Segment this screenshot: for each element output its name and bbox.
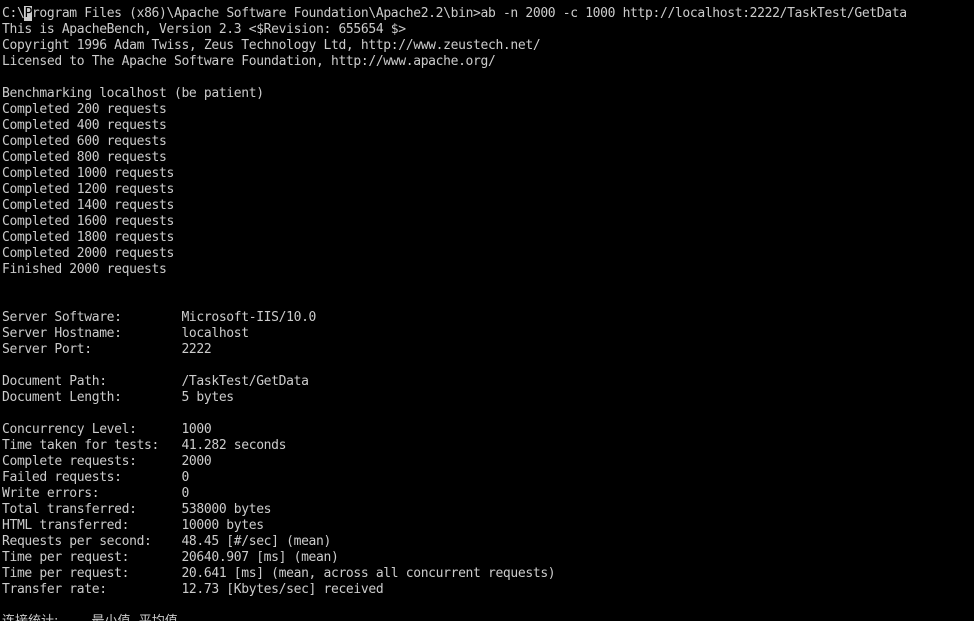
output-line: HTML transferred: 10000 bytes xyxy=(2,518,264,533)
output-line: Server Port: 2222 xyxy=(2,342,212,357)
output-line-blank xyxy=(2,278,907,294)
output-line: Completed 1000 requests xyxy=(2,166,174,181)
output-line: Completed 1400 requests xyxy=(2,198,174,213)
output-line: Completed 600 requests xyxy=(2,134,167,149)
output-line-blank xyxy=(2,406,907,422)
output-line: Completed 200 requests xyxy=(2,102,167,117)
output-line: Completed 1200 requests xyxy=(2,182,174,197)
output-line: Completed 400 requests xyxy=(2,118,167,133)
output-line: Licensed to The Apache Software Foundati… xyxy=(2,54,496,69)
output-line-blank xyxy=(2,598,907,614)
output-line: Write errors: 0 xyxy=(2,486,189,501)
output-line: Document Path: /TaskTest/GetData xyxy=(2,374,309,389)
output-line: Transfer rate: 12.73 [Kbytes/sec] receiv… xyxy=(2,582,384,597)
output-line: Time per request: 20.641 [ms] (mean, acr… xyxy=(2,566,556,581)
prompt-prefix: C:\ xyxy=(2,6,25,21)
terminal-output: C:\Program Files (x86)\Apache Software F… xyxy=(2,6,907,621)
output-line: Concurrency Level: 1000 xyxy=(2,422,212,437)
output-line: Finished 2000 requests xyxy=(2,262,167,277)
output-line: Document Length: 5 bytes xyxy=(2,390,234,405)
output-line: Server Software: Microsoft-IIS/10.0 xyxy=(2,310,317,325)
output-line: Time taken for tests: 41.282 seconds xyxy=(2,438,287,453)
output-line: Benchmarking localhost (be patient) xyxy=(2,86,264,101)
output-line: Completed 1800 requests xyxy=(2,230,174,245)
output-line: Complete requests: 2000 xyxy=(2,454,212,469)
output-line: Copyright 1996 Adam Twiss, Zeus Technolo… xyxy=(2,38,541,53)
output-line: Server Hostname: localhost xyxy=(2,326,249,341)
output-line: Completed 800 requests xyxy=(2,150,167,165)
output-line-clipped: 连接统计: 最小值 平均值 xyxy=(2,614,907,621)
output-line: Failed requests: 0 xyxy=(2,470,189,485)
output-line-blank xyxy=(2,70,907,86)
command-text: rogram Files (x86)\Apache Software Found… xyxy=(31,6,907,21)
output-line: Total transferred: 538000 bytes xyxy=(2,502,272,517)
output-line-blank xyxy=(2,294,907,310)
output-line: Completed 1600 requests xyxy=(2,214,174,229)
output-line: Time per request: 20640.907 [ms] (mean) xyxy=(2,550,339,565)
output-line: This is ApacheBench, Version 2.3 <$Revis… xyxy=(2,22,406,37)
output-line: Completed 2000 requests xyxy=(2,246,174,261)
text-cursor: P xyxy=(24,6,32,21)
output-line: Requests per second: 48.45 [#/sec] (mean… xyxy=(2,534,331,549)
terminal-console[interactable]: C:\Program Files (x86)\Apache Software F… xyxy=(0,0,974,621)
command-prompt-line[interactable]: C:\Program Files (x86)\Apache Software F… xyxy=(2,6,907,22)
output-line-blank xyxy=(2,358,907,374)
